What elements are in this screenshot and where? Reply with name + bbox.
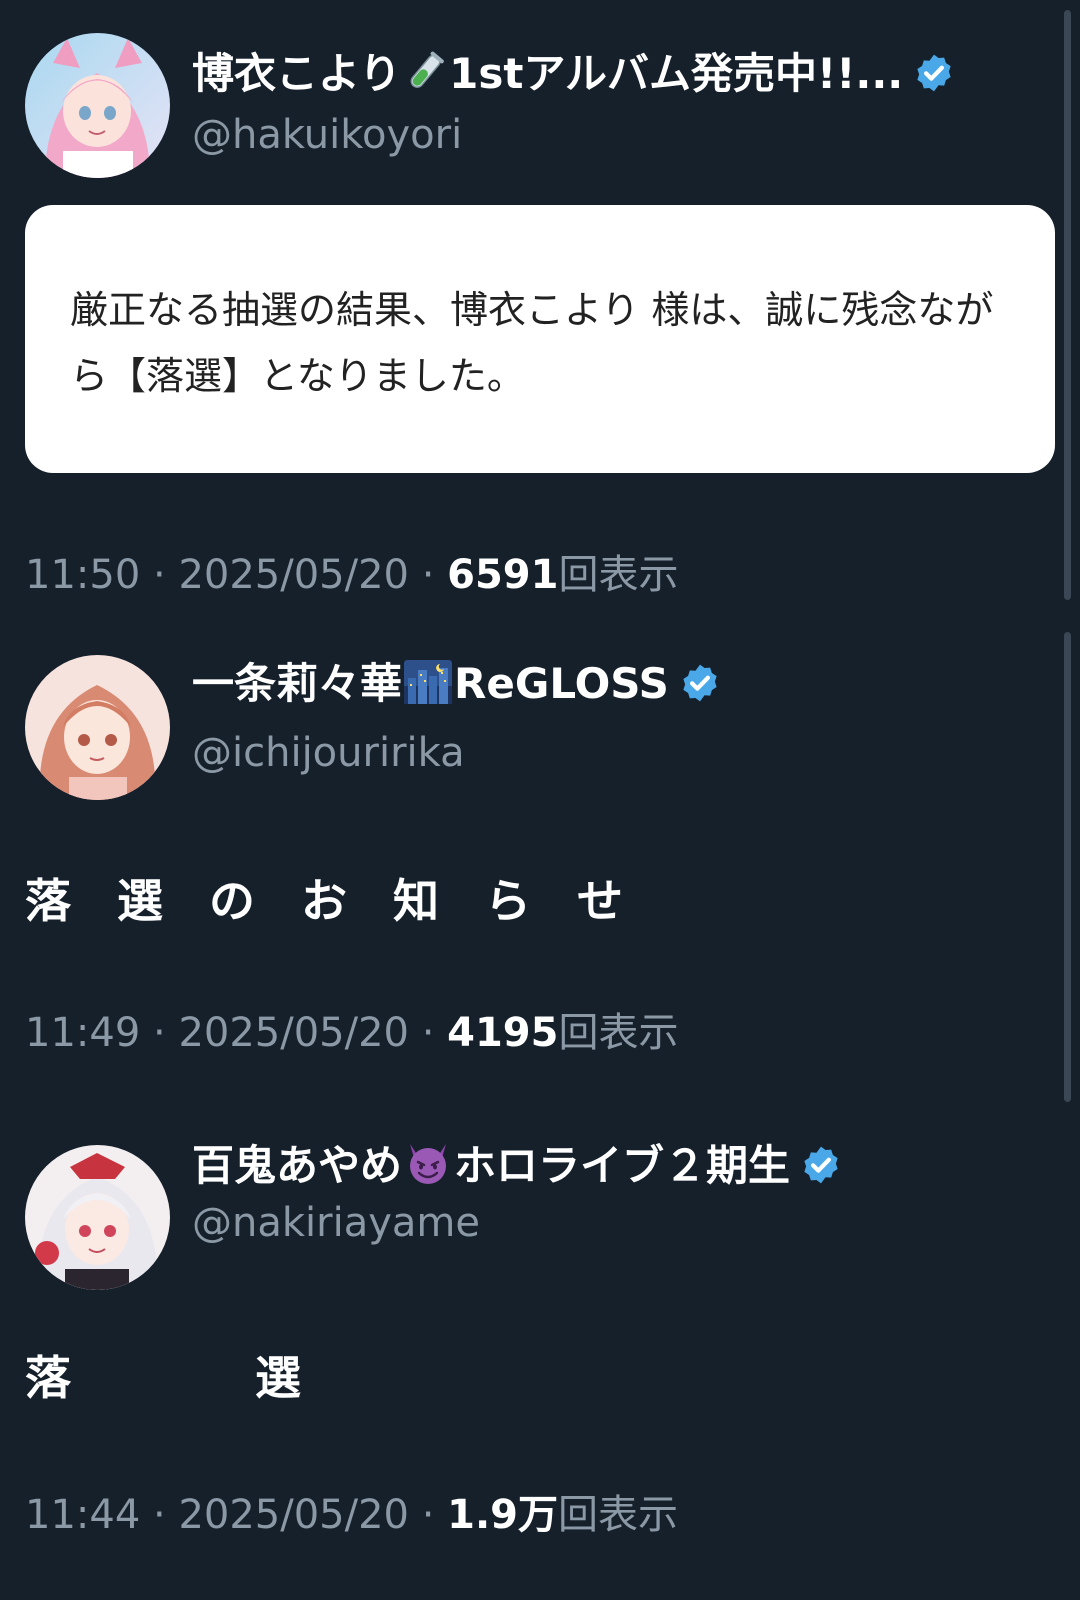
avatar[interactable] xyxy=(25,655,170,800)
display-name-text: 百鬼あやめ xyxy=(192,1141,403,1190)
card-text: 厳正なる抽選の結果、博衣こより 様は、誠に残念ながら【落選】となりました。 xyxy=(70,288,994,398)
handle[interactable]: @hakuikoyori xyxy=(192,110,462,160)
views-label: 回表示 xyxy=(558,1010,679,1056)
views-count[interactable]: 4195 xyxy=(447,1010,558,1056)
display-name-suffix: ReGLOSS xyxy=(454,659,669,708)
tweet-time[interactable]: 11:49 xyxy=(25,1010,140,1056)
scrollbar-lower[interactable] xyxy=(1064,632,1071,1102)
separator: · xyxy=(140,1492,179,1538)
tweet-body: 落 選 xyxy=(25,1351,301,1405)
tweet-date[interactable]: 2025/05/20 xyxy=(178,1010,409,1056)
tweet-time[interactable]: 11:50 xyxy=(25,552,140,598)
scrollbar-upper[interactable] xyxy=(1064,10,1071,600)
separator: · xyxy=(408,1492,448,1538)
verified-badge-icon xyxy=(913,52,955,106)
tweet-date[interactable]: 2025/05/20 xyxy=(178,552,409,598)
views-count[interactable]: 6591 xyxy=(447,552,558,598)
tweet-time[interactable]: 11:44 xyxy=(25,1492,140,1538)
tweet[interactable]: 一条莉々華 ReGLOSS @ichijouririka 落 選 の お 知 ら … xyxy=(0,620,1060,1100)
display-name[interactable]: 一条莉々華 ReGLOSS xyxy=(192,658,721,716)
display-name-text: 博衣こより xyxy=(192,49,402,98)
tweet-meta: 11:50 · 2025/05/20 · 6591回表示 xyxy=(25,550,678,600)
display-name-suffix: 1stアルバム発売中!!... xyxy=(449,49,904,98)
tweet-body: 落 選 の お 知 ら せ xyxy=(25,874,623,928)
separator: · xyxy=(408,1010,448,1056)
tweet-date[interactable]: 2025/05/20 xyxy=(178,1492,409,1538)
quoted-image-card[interactable]: 厳正なる抽選の結果、博衣こより 様は、誠に残念ながら【落選】となりました。 xyxy=(25,205,1055,473)
avatar[interactable] xyxy=(25,1145,170,1290)
display-name[interactable]: 百鬼あやめ ホロライブ２期生 xyxy=(192,1140,842,1198)
night-city-icon xyxy=(404,660,453,716)
views-label: 回表示 xyxy=(558,1492,678,1538)
tweet-meta: 11:49 · 2025/05/20 · 4195回表示 xyxy=(25,1008,678,1058)
display-name-text: 一条莉々華 xyxy=(192,659,403,708)
display-name-suffix: ホロライブ２期生 xyxy=(454,1141,791,1190)
smiling-devil-icon xyxy=(404,1140,452,1198)
test-tube-icon xyxy=(403,50,447,106)
separator: · xyxy=(140,1010,179,1056)
verified-badge-icon xyxy=(679,662,721,716)
tweet[interactable]: 博衣こより 1stアルバム発売中!!... @hakuikoyori 厳正なる抽選… xyxy=(0,0,1060,610)
handle[interactable]: @nakiriayame xyxy=(192,1198,480,1248)
separator: · xyxy=(140,552,179,598)
tweet[interactable]: 百鬼あやめ ホロライブ２期生 @nakiriayame 落 選 11:44 · 2… xyxy=(0,1110,1060,1600)
display-name[interactable]: 博衣こより 1stアルバム発売中!!... xyxy=(192,48,955,106)
separator: · xyxy=(408,552,448,598)
avatar[interactable] xyxy=(25,33,170,178)
tweet-meta: 11:44 · 2025/05/20 · 1.9万回表示 xyxy=(25,1490,678,1540)
views-count[interactable]: 1.9万 xyxy=(447,1492,558,1538)
views-label: 回表示 xyxy=(558,552,679,598)
handle[interactable]: @ichijouririka xyxy=(192,728,465,778)
tweet-feed: 博衣こより 1stアルバム発売中!!... @hakuikoyori 厳正なる抽選… xyxy=(0,0,1080,1600)
verified-badge-icon xyxy=(800,1144,842,1198)
